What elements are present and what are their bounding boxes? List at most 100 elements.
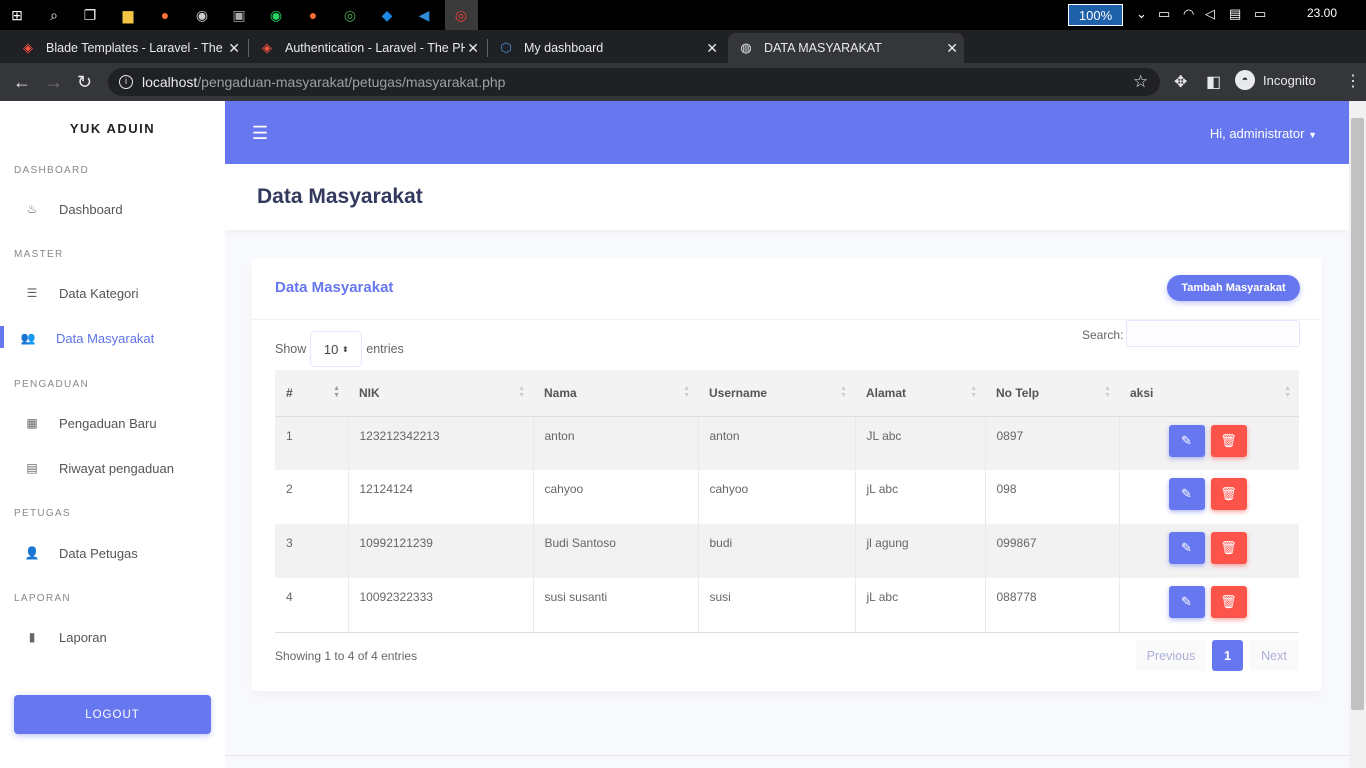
column-header-aksi[interactable]: aksi ▲ ▼	[1119, 370, 1299, 417]
chrome-active-icon[interactable]: ◎	[450, 4, 472, 26]
address-bar[interactable]: localhost/pengaduan-masyarakat/petugas/m…	[108, 68, 1160, 96]
file-explorer-icon[interactable]: ▆	[117, 4, 139, 26]
delete-button[interactable]: 🗑	[1210, 586, 1247, 618]
entries-label: entries	[366, 342, 404, 356]
reload-icon[interactable]: ↻	[77, 72, 92, 93]
edit-button[interactable]: ✎	[1168, 586, 1205, 618]
sort-icon: ▲ ▼	[970, 385, 977, 399]
search-input[interactable]	[1126, 320, 1300, 347]
search-icon[interactable]: ⌕	[43, 4, 65, 26]
pagination-page-1[interactable]: 1	[1212, 640, 1243, 671]
sidebar-section-laporan: LAPORAN	[14, 593, 71, 604]
tab-my-dashboard[interactable]: ⬡ My dashboard ✕	[488, 33, 724, 63]
table-row: 4 10092322333 susi susanti susi jL abc 0…	[275, 578, 1299, 633]
edit-button[interactable]: ✎	[1168, 478, 1205, 510]
close-icon[interactable]: ✕	[228, 40, 240, 57]
sort-icon: ▲ ▼	[1284, 385, 1291, 399]
sidebar-item-label: Pengaduan Baru	[59, 415, 157, 431]
cell-nama: Budi Santoso	[533, 524, 699, 578]
edit-icon: ✎	[1181, 594, 1192, 609]
sidebar-item-masyarakat[interactable]: 👥 Data Masyarakat	[0, 323, 225, 353]
entries-length: Show 10 ⬍ entries	[275, 331, 404, 367]
volume-icon[interactable]: ◁	[1205, 6, 1215, 22]
firefox-icon[interactable]: ●	[154, 4, 176, 26]
sidebar-item-label: Data Kategori	[59, 285, 139, 301]
close-icon[interactable]: ✕	[467, 40, 479, 57]
close-icon[interactable]: ✕	[706, 40, 718, 57]
delete-button[interactable]: 🗑	[1210, 478, 1247, 510]
app-blue-icon[interactable]: ◆	[376, 4, 398, 26]
sidebar-section-petugas: PETUGAS	[14, 508, 71, 519]
column-header-alamat[interactable]: Alamat ▲ ▼	[855, 370, 985, 417]
edit-button[interactable]: ✎	[1168, 532, 1205, 564]
windows-start-icon[interactable]: ⊞	[6, 4, 28, 26]
vscode-icon[interactable]: ◀	[413, 4, 435, 26]
column-header-username[interactable]: Username ▲ ▼	[698, 370, 855, 417]
edit-button[interactable]: ✎	[1168, 424, 1205, 457]
browser-toolbar: ← → ↻ localhost/pengaduan-masyarakat/pet…	[0, 63, 1366, 101]
back-icon[interactable]: ←	[13, 72, 31, 93]
sidebar-item-pengaduan-baru[interactable]: ▦ Pengaduan Baru	[0, 408, 225, 438]
sidebar-item-label: Riwayat pengaduan	[59, 460, 174, 476]
cell-nama: susi susanti	[533, 578, 699, 633]
url-host: localhost	[142, 74, 198, 90]
sidebar-item-label: Data Petugas	[59, 545, 138, 561]
chrome-icon[interactable]: ◎	[339, 4, 361, 26]
wifi-icon[interactable]: ◠	[1183, 6, 1194, 22]
task-view-icon[interactable]: ❐	[79, 4, 101, 26]
sort-icon: ▲ ▼	[333, 385, 340, 399]
sidebar-item-dashboard[interactable]: ♨ Dashboard	[0, 194, 225, 224]
pagination-next[interactable]: Next	[1249, 640, 1299, 671]
column-header-notelp[interactable]: No Telp ▲ ▼	[985, 370, 1119, 417]
user-dropdown[interactable]: Hi, administrator ▼	[1210, 126, 1317, 141]
scrollbar-thumb[interactable]	[1351, 118, 1364, 710]
keyboard-icon[interactable]: ▭	[1254, 6, 1266, 22]
hamburger-menu-icon[interactable]: ☰	[252, 123, 268, 144]
site-info-icon[interactable]: i	[119, 75, 133, 89]
side-panel-icon[interactable]: ◧	[1206, 72, 1221, 92]
cell-number: 3	[275, 524, 349, 578]
cell-number: 1	[275, 416, 349, 470]
entries-select[interactable]: 10 ⬍	[310, 331, 363, 367]
bookmark-star-icon[interactable]: ☆	[1133, 72, 1148, 92]
app-window-icon[interactable]: ▣	[228, 4, 250, 26]
tab-authentication[interactable]: ◈ Authentication - Laravel - The PH ✕	[249, 33, 485, 63]
close-icon[interactable]: ✕	[946, 40, 958, 57]
add-masyarakat-button[interactable]: Tambah Masyarakat	[1167, 275, 1300, 301]
logout-button[interactable]: LOGOUT	[14, 695, 211, 734]
battery-icon[interactable]: ▭	[1158, 6, 1170, 22]
sidebar-item-label: Dashboard	[59, 201, 123, 217]
table-row: 3 10992121239 Budi Santoso budi jl agung…	[275, 524, 1299, 578]
cell-nik: 10092322333	[348, 578, 534, 633]
pagination-previous[interactable]: Previous	[1136, 640, 1206, 671]
sidebar-item-petugas[interactable]: 👤 Data Petugas	[0, 538, 225, 568]
column-header-number[interactable]: # ▲ ▼	[275, 370, 348, 417]
whatsapp-icon[interactable]: ◉	[265, 4, 287, 26]
chevron-down-icon[interactable]: ⌄	[1136, 6, 1147, 22]
sidebar-item-riwayat[interactable]: ▤ Riwayat pengaduan	[0, 453, 225, 483]
cell-aksi: ✎ 🗑	[1119, 470, 1299, 524]
cell-nama: cahyoo	[533, 470, 699, 524]
column-header-nama[interactable]: Nama ▲ ▼	[533, 370, 698, 417]
tab-blade-templates[interactable]: ◈ Blade Templates - Laravel - The P ✕	[10, 33, 246, 63]
incognito-indicator[interactable]: ◓ Incognito	[1235, 70, 1316, 90]
search-label: Search:	[1082, 328, 1124, 342]
app-icon[interactable]: ◉	[191, 4, 213, 26]
delete-button[interactable]: 🗑	[1210, 424, 1247, 457]
notification-icon[interactable]: ▤	[1229, 6, 1241, 22]
delete-button[interactable]: 🗑	[1210, 532, 1247, 564]
sidebar-item-kategori[interactable]: ☰ Data Kategori	[0, 278, 225, 308]
forward-icon[interactable]: →	[45, 72, 63, 93]
tab-data-masyarakat[interactable]: ◍ DATA MASYARAKAT ✕	[728, 33, 964, 63]
sidebar-item-laporan[interactable]: ▮ Laporan	[0, 622, 225, 652]
column-header-nik[interactable]: NIK ▲ ▼	[348, 370, 533, 417]
list-icon: ☰	[26, 286, 38, 300]
sort-icon: ▲ ▼	[683, 385, 690, 399]
postman-icon[interactable]: ●	[302, 4, 324, 26]
cell-alamat: JL abc	[855, 416, 986, 470]
sort-icon: ▲ ▼	[1104, 385, 1111, 399]
clock[interactable]: 23.00	[1307, 6, 1337, 20]
brand-logo[interactable]: YUK ADUIN	[0, 121, 225, 136]
extensions-icon[interactable]: ✥	[1174, 72, 1187, 92]
browser-menu-icon[interactable]: ⋮	[1345, 71, 1361, 91]
